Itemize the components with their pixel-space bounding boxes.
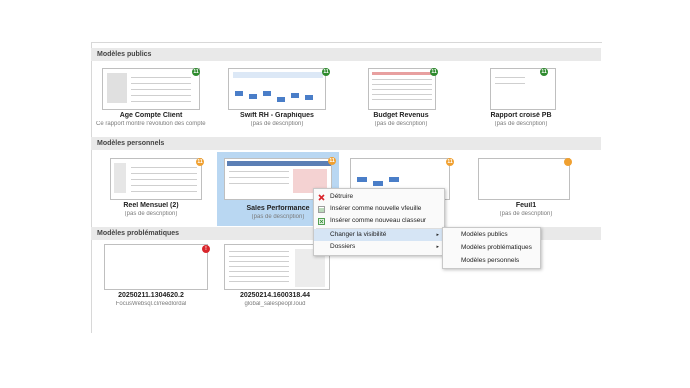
template-title: Feuil1 (515, 202, 537, 209)
status-badge: 11 (328, 157, 336, 165)
chevron-right-icon: ▸ (436, 232, 439, 238)
template-title: Reel Mensuel (2) (123, 202, 179, 209)
template-thumbnail (478, 158, 570, 200)
template-description: (pas de description) (494, 121, 548, 127)
menu-item-destroy[interactable]: Détruire (314, 191, 444, 203)
status-badge (564, 158, 572, 166)
menu-item-insert-workbook[interactable]: Insérer comme nouveau classeur (314, 215, 444, 227)
template-description: FocusWebsql.cl/reedlordal (115, 301, 187, 307)
menu-item-change-visibility[interactable]: Changer la visibilité ▸ (314, 229, 444, 241)
status-badge: 11 (322, 68, 330, 76)
template-description: (pas de description) (124, 211, 178, 217)
template-thumbnail (228, 68, 326, 110)
section-header-public: Modèles publics (91, 48, 601, 61)
context-menu: Détruire Insérer comme nouvelle vfeuille… (313, 188, 445, 256)
template-description: Ce rapport montre l'évolution des compte… (96, 121, 206, 127)
template-card[interactable]: 11 Rapport croisé PB (pas de description… (466, 64, 576, 140)
template-description: global_salespeopl.loud (244, 301, 306, 307)
status-badge: 11 (540, 68, 548, 76)
chevron-right-icon: ▸ (436, 244, 439, 250)
status-badge: 11 (446, 158, 454, 166)
template-description: (pas de description) (499, 211, 553, 217)
workbook-icon (318, 218, 325, 225)
template-description: (pas de description) (250, 121, 304, 127)
template-title: 20250211.1304620.2 (118, 292, 184, 299)
template-title: Age Compte Client (119, 112, 183, 119)
sheet-icon (318, 206, 325, 213)
template-thumbnail (368, 68, 436, 110)
status-badge: 11 (430, 68, 438, 76)
status-badge: 11 (192, 68, 200, 76)
template-title: Budget Revenus (373, 112, 429, 119)
template-card[interactable]: 11 Reel Mensuel (2) (pas de description) (96, 154, 206, 230)
template-card[interactable]: Feuil1 (pas de description) (466, 154, 576, 230)
template-thumbnail (110, 158, 202, 200)
template-thumbnail (104, 244, 208, 290)
template-card[interactable]: 11 Age Compte Client Ce rapport montre l… (96, 64, 206, 140)
error-badge: ! (202, 245, 210, 253)
menu-item-insert-sheet[interactable]: Insérer comme nouvelle vfeuille (314, 203, 444, 215)
template-card[interactable]: ! 20250211.1304620.2 FocusWebsql.cl/reed… (96, 242, 210, 318)
submenu-item-problematic[interactable]: Modèles problématiques (443, 242, 540, 254)
template-card[interactable]: 11 Budget Revenus (pas de description) (346, 64, 456, 140)
template-thumbnail (102, 68, 200, 110)
submenu-item-personal[interactable]: Modèles personnels (443, 255, 540, 267)
delete-icon (318, 194, 325, 201)
submenu-item-public[interactable]: Modèles publics (443, 229, 540, 241)
visibility-submenu: Modèles publics Modèles problématiques M… (442, 227, 541, 269)
template-card[interactable]: 11 Swift RH - Graphiques (pas de descrip… (222, 64, 332, 140)
status-badge: 11 (196, 158, 204, 166)
template-title: Rapport croisé PB (490, 112, 552, 119)
template-description: (pas de description) (374, 121, 428, 127)
menu-item-folders[interactable]: Dossiers ▸ (314, 241, 444, 253)
template-title: Swift RH - Graphiques (240, 112, 314, 119)
template-title: 20250214.1600318.44 (239, 292, 311, 299)
